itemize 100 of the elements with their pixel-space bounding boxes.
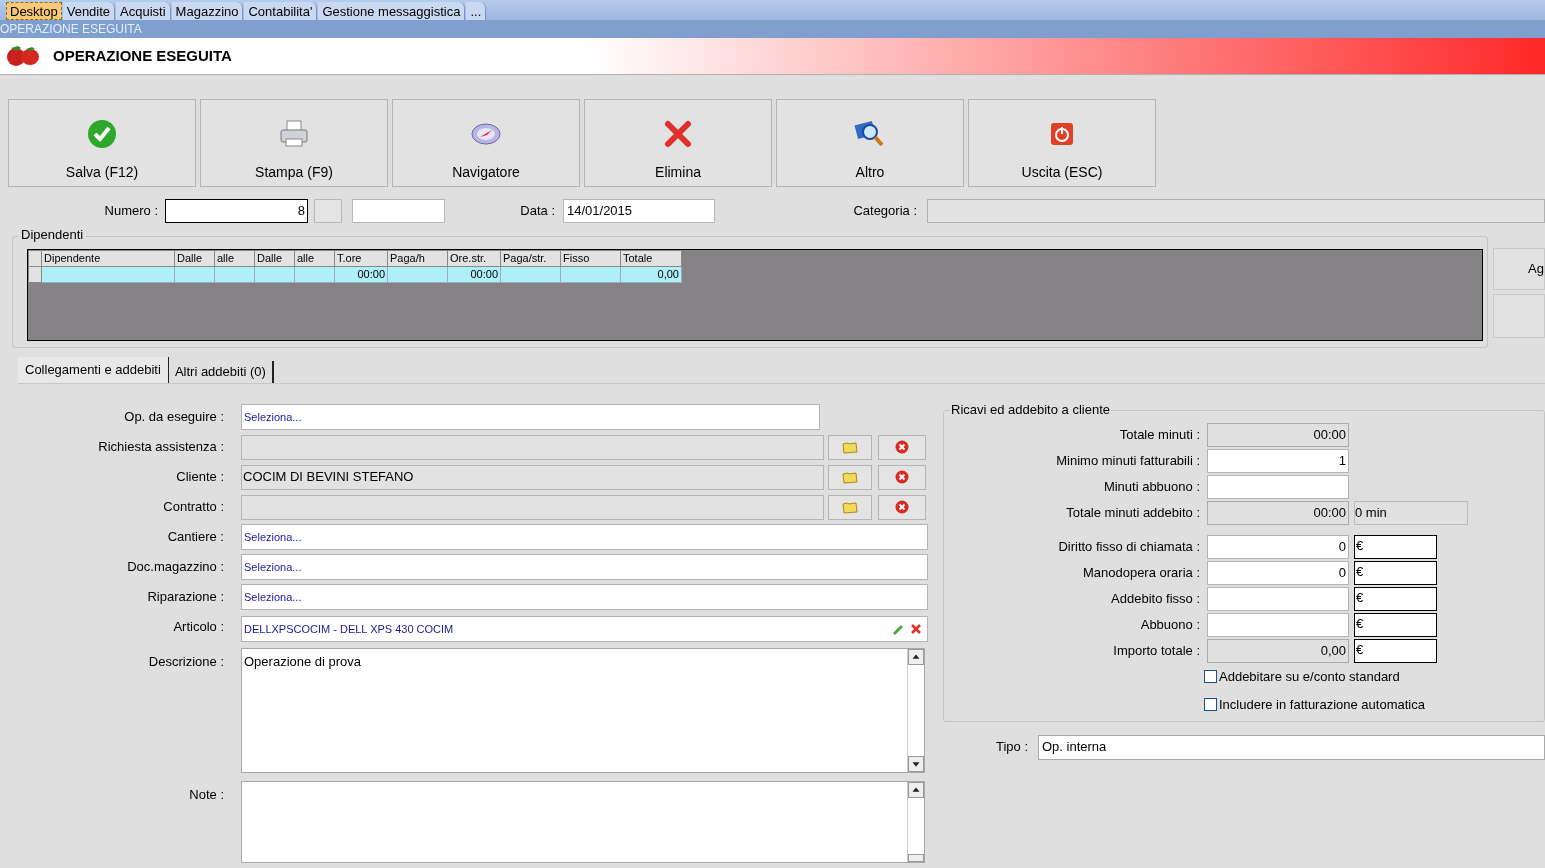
number-field[interactable]: 0 xyxy=(1207,535,1349,559)
folder-icon xyxy=(842,440,858,454)
lookup-field[interactable]: COCIM DI BEVINI STEFANO xyxy=(241,464,824,490)
toolbar-button[interactable]: Altro xyxy=(776,99,964,187)
magnifier-icon xyxy=(854,119,886,149)
field-label: Cliente : xyxy=(175,468,224,487)
number-field[interactable]: 0 xyxy=(1207,561,1349,585)
field-label: Totale minuti : xyxy=(1118,426,1200,445)
delete-icon[interactable] xyxy=(911,624,921,634)
number-field[interactable] xyxy=(1207,475,1349,499)
scroll-up-icon[interactable] xyxy=(908,782,924,798)
delete-icon xyxy=(663,119,693,149)
menu-tab[interactable]: Magazzino xyxy=(171,2,244,20)
number-field[interactable] xyxy=(1207,613,1349,637)
compass-icon xyxy=(471,122,501,146)
lookup-button[interactable] xyxy=(314,199,342,223)
type-field[interactable]: Op. interna xyxy=(1038,734,1545,760)
scroll-down-button[interactable] xyxy=(908,854,924,862)
currency-field[interactable]: € xyxy=(1354,587,1437,611)
currency-field[interactable]: € xyxy=(1354,535,1437,559)
field-label: Categoria : xyxy=(852,202,917,221)
strawberry-icon xyxy=(5,44,41,68)
menu-tab[interactable]: Vendite xyxy=(62,2,116,20)
select-field[interactable]: Seleziona... xyxy=(241,554,928,580)
group-title: Ricavi ed addebito a cliente xyxy=(950,403,1111,416)
clear-button[interactable] xyxy=(878,434,926,460)
clear-icon xyxy=(895,470,909,484)
field-label: Contratto : xyxy=(162,498,224,517)
toolbar-button[interactable]: Stampa (F9) xyxy=(200,99,388,187)
folder-icon xyxy=(842,500,858,514)
toolbar-button[interactable]: Uscita (ESC) xyxy=(968,99,1156,187)
printer-icon xyxy=(278,119,310,149)
select-field[interactable]: Seleziona... xyxy=(241,584,928,610)
lookup-field[interactable] xyxy=(241,434,824,460)
description-field[interactable]: Operazione di prova xyxy=(241,648,925,773)
menu-tab[interactable]: Acquisti xyxy=(116,2,171,20)
side-button[interactable] xyxy=(1493,294,1545,338)
add-button[interactable]: Ag xyxy=(1493,248,1545,290)
clear-icon xyxy=(895,440,909,454)
note-field[interactable] xyxy=(241,781,925,863)
currency-field[interactable]: € xyxy=(1354,639,1437,663)
scroll-down-icon[interactable] xyxy=(908,756,924,772)
field-label: Minuti abbuono : xyxy=(1102,478,1200,497)
date-field[interactable]: 14/01/2015 xyxy=(563,199,715,223)
field-label: Note : xyxy=(188,786,224,804)
column-header: Totale xyxy=(620,250,682,267)
number-field[interactable]: 0,00 xyxy=(1207,639,1349,663)
checkbox-label: Addebitare su e/conto standard xyxy=(1219,668,1400,686)
currency-field[interactable]: € xyxy=(1354,561,1437,585)
article-field[interactable]: DELLXPSCOCIM - DELL XPS 430 COCIM xyxy=(241,616,928,642)
column-header: T.ore xyxy=(334,250,388,267)
column-header: Ore.str. xyxy=(447,250,501,267)
field-label: Totale minuti addebito : xyxy=(1065,504,1200,523)
field-label: Manodopera oraria : xyxy=(1081,564,1200,583)
tab[interactable]: Altri addebiti (0) xyxy=(168,361,274,383)
field-label: Op. da eseguire : xyxy=(123,408,224,427)
currency-field[interactable]: € xyxy=(1354,613,1437,637)
field-label: Abbuono : xyxy=(1139,616,1200,635)
menu-tab[interactable]: Desktop xyxy=(6,2,62,20)
field-label: Descrizione : xyxy=(147,653,224,671)
lookup-field[interactable] xyxy=(241,494,824,520)
number-field[interactable] xyxy=(1207,587,1349,611)
page-title: OPERAZIONE ESEGUITA xyxy=(53,45,232,66)
toolbar-button[interactable]: Elimina xyxy=(584,99,772,187)
scroll-up-icon[interactable] xyxy=(908,649,924,665)
column-header: Dipendente xyxy=(41,250,175,267)
field-label: Importo totale : xyxy=(1112,642,1200,661)
field-label: Data : xyxy=(519,202,555,221)
checkbox[interactable] xyxy=(1204,697,1217,711)
number-suffix-field[interactable] xyxy=(352,199,445,223)
field-label: Minimo minuti fatturabili : xyxy=(1055,452,1200,471)
toolbar-button[interactable]: Navigatore xyxy=(392,99,580,187)
toolbar-button[interactable]: Salva (F12) xyxy=(8,99,196,187)
browse-button[interactable] xyxy=(828,494,872,520)
scrollbar[interactable] xyxy=(907,649,924,772)
column-header: alle xyxy=(214,250,255,267)
number-field[interactable]: 1 xyxy=(1207,449,1349,473)
select-field[interactable]: Seleziona... xyxy=(241,404,820,430)
power-icon xyxy=(1050,122,1074,146)
check-icon xyxy=(87,119,117,149)
tab[interactable]: Collegamenti e addebiti xyxy=(18,357,169,383)
group-title: Dipendenti xyxy=(19,228,86,241)
category-field[interactable] xyxy=(927,199,1545,223)
field-label: Addebito fisso : xyxy=(1110,590,1200,609)
browse-button[interactable] xyxy=(828,434,872,460)
field-label: Cantiere : xyxy=(166,528,224,547)
select-field[interactable]: Seleziona... xyxy=(241,524,928,550)
menu-tab[interactable]: Contabilita' xyxy=(244,2,318,20)
checkbox[interactable] xyxy=(1204,670,1217,684)
field-label: Articolo : xyxy=(172,618,224,637)
clear-button[interactable] xyxy=(878,464,926,490)
number-field[interactable]: 00:00 xyxy=(1207,501,1349,525)
menu-tab[interactable]: ... xyxy=(466,2,487,20)
pencil-icon[interactable] xyxy=(891,623,905,635)
scrollbar[interactable] xyxy=(907,782,924,862)
menu-tab[interactable]: Gestione messaggistica xyxy=(318,2,466,20)
number-field[interactable]: 00:00 xyxy=(1207,423,1349,447)
clear-button[interactable] xyxy=(878,494,926,520)
number-field[interactable]: 8 xyxy=(165,199,308,223)
browse-button[interactable] xyxy=(828,464,872,490)
